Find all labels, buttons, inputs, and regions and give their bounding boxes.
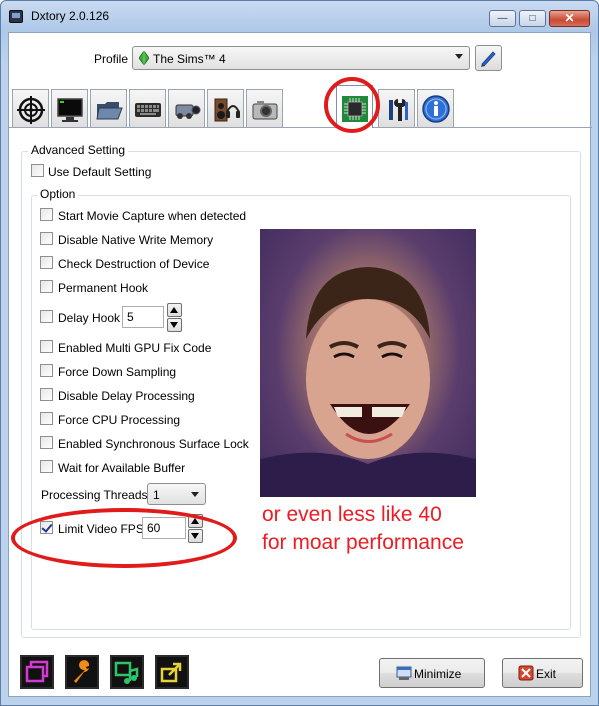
synchronous-surface-lock-label: Enabled Synchronous Surface Lock — [58, 437, 249, 451]
tab-keyboard[interactable] — [129, 89, 166, 127]
export-icon — [160, 662, 182, 683]
laughing-face-image — [260, 267, 476, 497]
tab-audio[interactable] — [207, 89, 244, 127]
limit-video-fps-input[interactable]: 60 — [142, 517, 186, 539]
use-default-checkbox[interactable] — [31, 164, 44, 177]
media-button[interactable] — [110, 655, 144, 689]
disable-native-write-memory-label: Disable Native Write Memory — [58, 233, 214, 247]
tab-screenshot[interactable] — [246, 89, 283, 127]
delay-hook-label: Delay Hook — [58, 311, 121, 325]
disable-native-write-memory-checkbox[interactable] — [40, 232, 53, 245]
processing-threads-value: 1 — [153, 488, 160, 502]
window-maximize-button[interactable]: □ — [519, 10, 546, 27]
tab-tools[interactable] — [378, 89, 415, 127]
permanent-hook-label: Permanent Hook — [58, 281, 149, 295]
start-movie-capture-label: Start Movie Capture when detected — [58, 209, 247, 223]
overlay-windows-icon — [25, 660, 49, 683]
exit-button[interactable]: Exit — [502, 658, 583, 688]
chevron-down-icon[interactable] — [455, 54, 463, 59]
tab-info[interactable] — [417, 89, 454, 127]
sims-plumbob-icon — [139, 51, 149, 65]
advanced-setting-title: Advanced Setting — [28, 143, 129, 157]
spin-up-icon[interactable] — [188, 514, 203, 528]
check-destruction-of-device-checkbox[interactable] — [40, 256, 53, 269]
pasted-photo — [260, 229, 476, 497]
limit-video-fps-label: Limit Video FPS — [58, 522, 144, 536]
wrench-icon — [74, 660, 90, 683]
processing-threads-dropdown[interactable]: 1 — [147, 483, 206, 505]
synchronous-surface-lock-checkbox[interactable] — [40, 436, 53, 449]
overlay-button[interactable] — [20, 655, 54, 689]
annotation-line-1: or even less like 40 — [262, 503, 442, 526]
photo-camera-icon — [252, 101, 278, 120]
folder-icon — [96, 102, 123, 120]
wait-for-buffer-label: Wait for Available Buffer — [58, 461, 186, 475]
pencil-icon — [481, 51, 496, 67]
check-destruction-of-device-label: Check Destruction of Device — [58, 257, 210, 271]
export-button[interactable] — [155, 655, 189, 689]
force-cpu-processing-label: Force CPU Processing — [58, 413, 181, 427]
minimize-button-label: Minimize — [414, 667, 462, 681]
profile-dropdown[interactable]: The Sims™ 4 — [132, 46, 470, 70]
tab-panel-border — [9, 127, 592, 128]
disable-delay-processing-label: Disable Delay Processing — [58, 389, 195, 403]
settings-button[interactable] — [65, 655, 99, 689]
force-cpu-processing-checkbox[interactable] — [40, 412, 53, 425]
tab-display[interactable] — [51, 89, 88, 127]
limit-video-fps-checkbox[interactable] — [40, 521, 53, 534]
monitor-icon — [57, 98, 83, 122]
info-icon — [422, 95, 450, 123]
tab-video[interactable] — [168, 89, 205, 127]
spin-down-icon[interactable] — [188, 529, 203, 543]
title-bar[interactable]: Dxtory 2.0.126 — □ ✕ — [1, 1, 598, 31]
exit-button-label: Exit — [536, 667, 557, 681]
crosshair-target-icon — [17, 96, 45, 124]
window-title: Dxtory 2.0.126 — [31, 9, 110, 23]
option-title: Option — [37, 187, 79, 201]
chevron-down-icon[interactable] — [191, 492, 199, 497]
processing-threads-label: Processing Threads — [41, 488, 148, 502]
keyboard-icon — [135, 103, 161, 117]
delay-hook-spinner[interactable] — [167, 303, 182, 332]
force-down-sampling-label: Force Down Sampling — [58, 365, 177, 379]
permanent-hook-checkbox[interactable] — [40, 280, 53, 293]
dxtory-window: Dxtory 2.0.126 — □ ✕ Profile The Sims™ 4 — [0, 0, 599, 706]
disable-delay-processing-checkbox[interactable] — [40, 388, 53, 401]
client-area: Profile The Sims™ 4 Advanced Setting Use… — [8, 32, 592, 697]
minimize-window-icon — [396, 666, 412, 680]
video-camera-icon — [175, 104, 201, 119]
speaker-headphones-icon — [214, 98, 240, 122]
exit-icon — [518, 665, 534, 681]
multi-gpu-fix-checkbox[interactable] — [40, 340, 53, 353]
multi-gpu-fix-label: Enabled Multi GPU Fix Code — [58, 341, 212, 355]
tab-advanced[interactable] — [336, 85, 373, 128]
chip-processor-icon — [342, 96, 368, 122]
start-movie-capture-checkbox[interactable] — [40, 208, 53, 221]
wait-for-buffer-checkbox[interactable] — [40, 460, 53, 473]
delay-hook-checkbox[interactable] — [40, 310, 53, 323]
limit-fps-spinner[interactable] — [188, 514, 203, 543]
force-down-sampling-checkbox[interactable] — [40, 364, 53, 377]
use-default-label: Use Default Setting — [48, 165, 152, 179]
tools-icon — [389, 99, 408, 121]
dxtory-app-icon — [9, 10, 23, 23]
video-audio-icon — [114, 661, 139, 684]
profile-value: The Sims™ 4 — [153, 52, 226, 66]
window-minimize-button[interactable]: — — [489, 10, 516, 27]
edit-profile-button[interactable] — [475, 45, 502, 71]
spin-down-icon[interactable] — [167, 318, 182, 332]
profile-label: Profile — [94, 52, 129, 66]
tab-strip — [9, 85, 592, 128]
tab-folder[interactable] — [90, 89, 127, 127]
spin-up-icon[interactable] — [167, 303, 182, 317]
window-close-button[interactable]: ✕ — [549, 10, 590, 27]
tab-target[interactable] — [12, 89, 49, 127]
minimize-button[interactable]: Minimize — [379, 658, 485, 688]
annotation-line-2: for moar performance — [262, 531, 464, 554]
delay-hook-input[interactable]: 5 — [122, 306, 164, 328]
